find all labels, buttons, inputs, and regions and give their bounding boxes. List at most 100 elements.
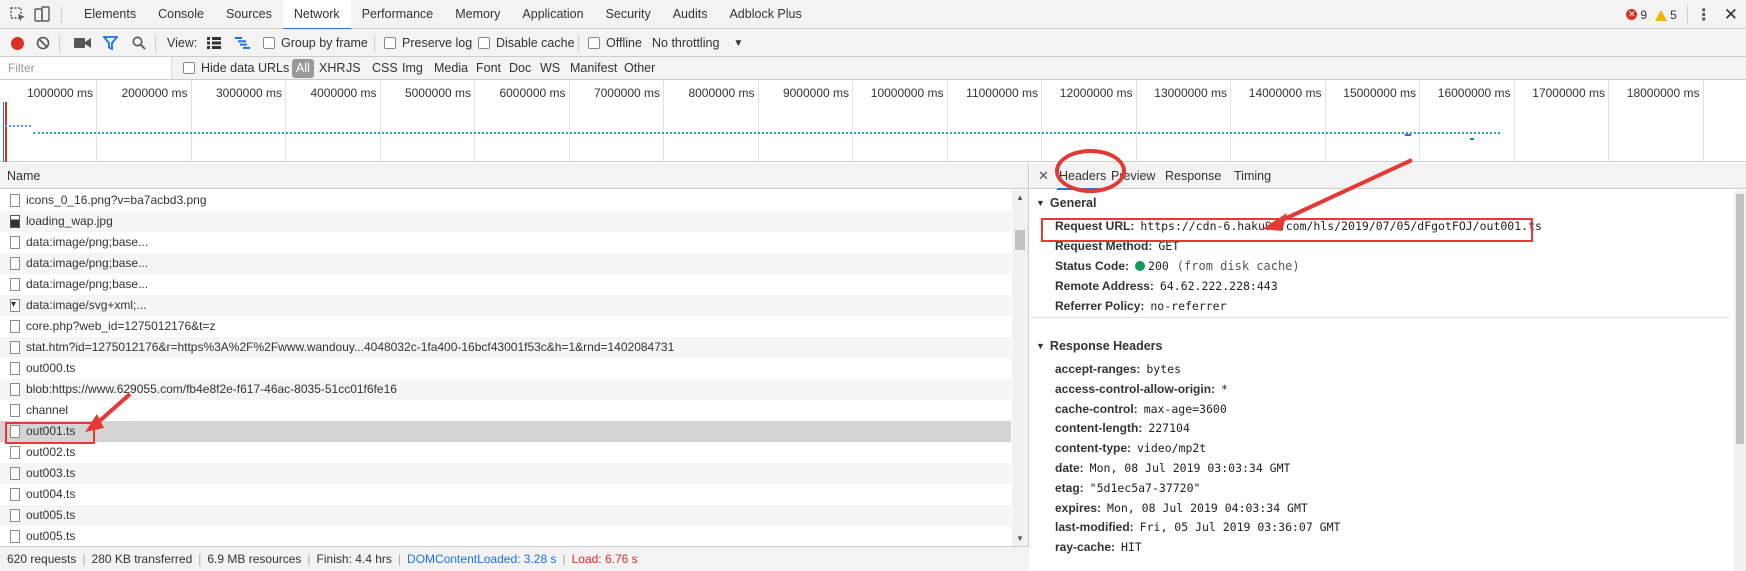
header-value[interactable]: no-referrer — [1150, 299, 1226, 313]
file-icon — [10, 425, 20, 438]
record-button[interactable] — [11, 29, 24, 57]
request-row[interactable]: blob:https://www.629055.com/fb4e8f2e-f61… — [0, 379, 1011, 400]
header-value[interactable]: Fri, 05 Jul 2019 03:36:07 GMT — [1140, 520, 1341, 534]
file-icon — [10, 278, 20, 291]
type-filter-ws[interactable]: WS — [540, 57, 560, 80]
header-value[interactable]: "5d1ec5a7-37720" — [1090, 481, 1201, 495]
request-row[interactable]: data:image/png;base... — [0, 232, 1011, 253]
search-button[interactable] — [132, 29, 146, 57]
request-row[interactable]: stat.htm?id=1275012176&r=https%3A%2F%2Fw… — [0, 337, 1011, 358]
clear-button[interactable] — [36, 29, 50, 57]
requests-scrollbar[interactable]: ▲ ▼ — [1012, 190, 1028, 546]
header-value[interactable]: Mon, 08 Jul 2019 04:03:34 GMT — [1107, 501, 1308, 515]
header-value[interactable]: 200 — [1148, 259, 1169, 273]
type-filter-css[interactable]: CSS — [372, 57, 398, 80]
general-section-title[interactable]: ▼ General — [1036, 196, 1096, 210]
header-value[interactable]: * — [1221, 382, 1228, 396]
device-toolbar-icon[interactable] — [33, 6, 51, 24]
response-headers-section-title[interactable]: ▼ Response Headers — [1036, 339, 1162, 353]
request-row[interactable]: channel — [0, 400, 1011, 421]
request-row[interactable]: out001.ts — [0, 421, 1011, 442]
details-tab-timing[interactable]: Timing — [1234, 163, 1271, 189]
expand-triangle-icon: ▼ — [1036, 198, 1045, 208]
scroll-down-icon[interactable]: ▼ — [1016, 534, 1024, 543]
header-value[interactable]: video/mp2t — [1137, 441, 1206, 455]
scrollbar-thumb[interactable] — [1015, 230, 1025, 250]
request-name: out005.ts — [26, 529, 76, 543]
tab-security[interactable]: Security — [595, 0, 662, 29]
large-rows-button[interactable] — [207, 29, 221, 57]
tab-console[interactable]: Console — [147, 0, 215, 29]
request-row[interactable]: data:image/svg+xml;... — [0, 294, 1011, 316]
more-options-icon[interactable]: ⋮ — [1696, 5, 1712, 25]
request-row[interactable]: out004.ts — [0, 484, 1011, 505]
header-value[interactable]: Mon, 08 Jul 2019 03:03:34 GMT — [1090, 461, 1291, 475]
tab-network[interactable]: Network — [282, 0, 351, 30]
header-key: content-type: — [1055, 441, 1131, 456]
header-value[interactable]: https://cdn-6.haku99.com/hls/2019/07/05/… — [1140, 219, 1542, 233]
tabbar-separator — [61, 6, 62, 23]
throttling-select[interactable]: No throttling ▼ — [652, 29, 743, 57]
type-filter-xhr[interactable]: XHR — [319, 57, 345, 80]
request-row[interactable]: out002.ts — [0, 442, 1011, 463]
details-tab-preview[interactable]: Preview — [1111, 163, 1155, 189]
tabbar-separator — [1686, 6, 1688, 23]
request-row[interactable]: out003.ts — [0, 463, 1011, 484]
warning-count[interactable]: 5 — [1655, 8, 1677, 22]
type-filter-all[interactable]: All — [292, 59, 314, 78]
header-value[interactable]: 227104 — [1148, 421, 1190, 435]
tab-elements[interactable]: Elements — [73, 0, 147, 29]
tab-adblock-plus[interactable]: Adblock Plus — [718, 0, 812, 29]
disable-cache-checkbox[interactable]: Disable cache — [478, 29, 575, 57]
request-row[interactable]: icons_0_16.png?v=ba7acbd3.png — [0, 190, 1011, 211]
tab-performance[interactable]: Performance — [351, 0, 445, 29]
overview-grid-line — [96, 80, 97, 162]
screenshots-button[interactable] — [74, 29, 91, 57]
filter-toggle-button[interactable] — [103, 29, 118, 57]
scroll-up-icon[interactable]: ▲ — [1016, 193, 1024, 202]
overview-button[interactable] — [235, 29, 250, 57]
request-row[interactable]: out005.ts — [0, 526, 1011, 546]
details-scrollbar[interactable] — [1734, 190, 1746, 571]
type-filter-js[interactable]: JS — [346, 57, 361, 80]
scrollbar-thumb[interactable] — [1736, 194, 1744, 444]
tab-memory[interactable]: Memory — [444, 0, 511, 29]
inspect-element-icon[interactable] — [9, 6, 27, 24]
tab-sources[interactable]: Sources — [215, 0, 283, 29]
overview-grid-line — [1324, 80, 1326, 162]
request-row[interactable]: out005.ts — [0, 505, 1011, 526]
type-filter-media[interactable]: Media — [434, 57, 468, 80]
close-details-icon[interactable]: ✕ — [1038, 163, 1049, 189]
close-devtools-icon[interactable]: ✕ — [1724, 5, 1738, 25]
name-column-header[interactable]: Name — [0, 163, 1028, 189]
request-row[interactable]: data:image/png;base... — [0, 274, 1011, 295]
header-value[interactable]: GET — [1158, 239, 1179, 253]
header-value[interactable]: 64.62.222.228:443 — [1160, 279, 1278, 293]
error-count[interactable]: ✕ 9 — [1626, 8, 1647, 22]
details-tab-response[interactable]: Response — [1165, 163, 1221, 189]
header-field: expires: Mon, 08 Jul 2019 04:03:34 GMT — [1055, 501, 1308, 515]
type-filter-font[interactable]: Font — [476, 57, 501, 80]
tab-application[interactable]: Application — [511, 0, 594, 29]
details-tab-headers[interactable]: Headers — [1056, 163, 1109, 190]
type-filter-doc[interactable]: Doc — [509, 57, 531, 80]
offline-checkbox[interactable]: Offline — [588, 29, 642, 57]
request-row[interactable]: loading_wap.jpg — [0, 211, 1011, 232]
tab-audits[interactable]: Audits — [662, 0, 719, 29]
request-row[interactable]: out000.ts — [0, 358, 1011, 379]
overview-grid-line — [474, 80, 475, 162]
header-value[interactable]: max-age=3600 — [1144, 402, 1227, 416]
header-key: expires: — [1055, 500, 1102, 515]
header-value[interactable]: bytes — [1146, 362, 1181, 376]
filter-input[interactable] — [0, 57, 172, 79]
hide-data-urls-checkbox[interactable]: Hide data URLs — [183, 57, 289, 80]
request-row[interactable]: core.php?web_id=1275012176&t=z — [0, 316, 1011, 337]
type-filter-other[interactable]: Other — [624, 57, 655, 80]
header-value[interactable]: HIT — [1121, 540, 1142, 554]
group-by-frame-checkbox[interactable]: Group by frame — [263, 29, 368, 57]
network-overview-timeline[interactable]: 1000000 ms 2000000 ms 3000000 ms 4000000 ms… — [0, 80, 1746, 162]
preserve-log-checkbox[interactable]: Preserve log — [384, 29, 472, 57]
type-filter-img[interactable]: Img — [402, 57, 423, 80]
type-filter-manifest[interactable]: Manifest — [570, 57, 617, 80]
request-row[interactable]: data:image/png;base... — [0, 253, 1011, 274]
